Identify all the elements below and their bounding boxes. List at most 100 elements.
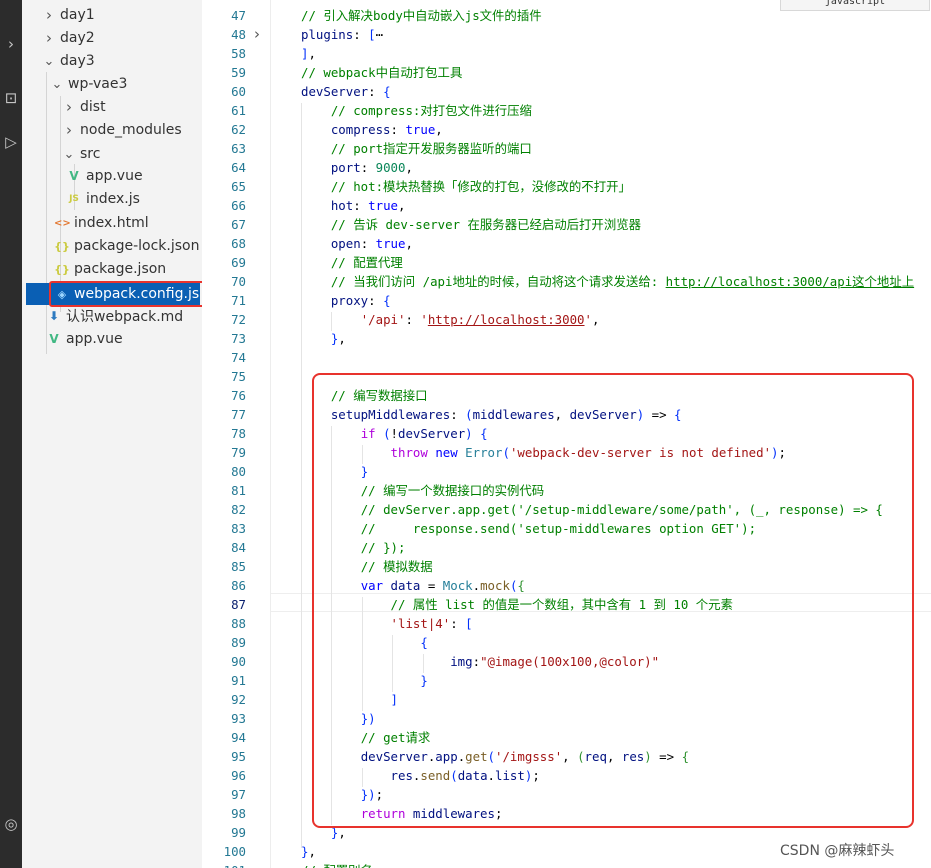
chevron-right-icon[interactable]: › xyxy=(62,98,76,116)
code-line[interactable]: 48 › plugins: [⋯ xyxy=(202,25,931,44)
line-number: 97 xyxy=(231,787,246,802)
line-number: 84 xyxy=(231,540,246,555)
fold-chevron-icon[interactable]: › xyxy=(254,25,260,44)
tree-item-label: day3 xyxy=(60,53,95,69)
tree-item-label: dist xyxy=(80,99,106,115)
code-line[interactable]: 64 port: 9000, xyxy=(202,158,931,177)
json-file-icon: {} xyxy=(54,239,70,253)
code-text: // 配置代理 xyxy=(330,255,403,270)
code-line[interactable]: 101 // 配置别名 xyxy=(202,861,931,868)
chevron-right-icon[interactable]: › xyxy=(0,32,22,56)
code-text: open: true, xyxy=(330,236,413,251)
line-number: 66 xyxy=(231,198,246,213)
tree-file[interactable]: Vapp.vue xyxy=(26,328,200,350)
tree-folder[interactable]: › dist xyxy=(26,96,200,118)
code-line[interactable]: 65 // hot:模块热替换「修改的打包，没修改的不打开」 xyxy=(202,177,931,196)
line-number: 86 xyxy=(231,578,246,593)
tree-file[interactable]: {} package.json xyxy=(26,258,200,280)
line-number: 76 xyxy=(231,388,246,403)
extensions-icon[interactable]: ⊡ xyxy=(0,86,22,110)
line-number: 87 xyxy=(231,597,246,612)
account-icon[interactable]: ◎ xyxy=(0,812,22,836)
tree-item-label: day2 xyxy=(60,30,95,46)
chevron-down-icon[interactable]: ⌄ xyxy=(42,54,56,69)
line-number: 70 xyxy=(231,274,246,289)
line-number: 71 xyxy=(231,293,246,308)
code-line[interactable]: 72 '/api': 'http://localhost:3000', xyxy=(202,310,931,329)
run-debug-icon[interactable]: ▷ xyxy=(0,130,22,154)
line-number: 59 xyxy=(231,65,246,80)
tree-file[interactable]: Vapp.vue xyxy=(26,165,200,187)
tree-folder[interactable]: › node_modules xyxy=(26,119,200,141)
json-file-icon: {} xyxy=(54,262,70,276)
code-line[interactable]: 63 // port指定开发服务器监听的端口 xyxy=(202,139,931,158)
tree-folder[interactable]: ⌄ wp-vae3 xyxy=(26,73,200,95)
line-number: 83 xyxy=(231,521,246,536)
code-text: devServer: { xyxy=(301,84,391,99)
line-number: 94 xyxy=(231,730,246,745)
tree-file[interactable]: JS index.js xyxy=(26,188,200,210)
tree-folder[interactable]: › day2 xyxy=(26,27,200,49)
line-number: 90 xyxy=(231,654,246,669)
code-text: proxy: { xyxy=(330,293,391,308)
tree-folder[interactable]: ⌄ src xyxy=(26,143,200,165)
code-line[interactable]: 66 hot: true, xyxy=(202,196,931,215)
tree-file[interactable]: {} package-lock.json xyxy=(26,235,200,257)
line-number: 48 xyxy=(231,27,246,42)
line-number: 85 xyxy=(231,559,246,574)
code-line[interactable]: 70 // 当我们访问 /api地址的时候，自动将这个请求发送给: http:/… xyxy=(202,272,931,291)
language-indicator[interactable]: javascript xyxy=(780,0,930,11)
code-editor[interactable]: 47 // 引入解决body中自动嵌入js文件的插件 48 › plugins: [⋯ 5… xyxy=(202,0,931,868)
chevron-down-icon[interactable]: ⌄ xyxy=(50,77,64,92)
code-text: // compress:对打包文件进行压缩 xyxy=(330,103,532,118)
code-line[interactable]: 60 devServer: { xyxy=(202,82,931,101)
tree-folder[interactable]: › day1 xyxy=(26,4,200,26)
line-number: 79 xyxy=(231,445,246,460)
code-line[interactable]: 73 }, xyxy=(202,329,931,348)
code-line[interactable]: 74 xyxy=(202,348,931,367)
code-text: ], xyxy=(301,46,316,61)
line-number: 60 xyxy=(231,84,246,99)
tree-item-label: index.html xyxy=(74,215,149,231)
tree-item-label: index.js xyxy=(86,191,140,207)
tree-item-label: 认识webpack.md xyxy=(66,309,184,325)
line-number: 100 xyxy=(223,844,246,859)
tree-item-label: package.json xyxy=(74,261,167,277)
code-text: compress: true, xyxy=(330,122,443,137)
line-number: 92 xyxy=(231,692,246,707)
code-line[interactable]: 62 compress: true, xyxy=(202,120,931,139)
code-line[interactable]: 71 proxy: { xyxy=(202,291,931,310)
tree-file[interactable]: ⬇ 认识webpack.md xyxy=(26,305,200,327)
tree-item-label: app.vue xyxy=(86,168,143,184)
code-line[interactable]: 67 // 告诉 dev-server 在服务器已经启动后打开浏览器 xyxy=(202,215,931,234)
line-number: 96 xyxy=(231,768,246,783)
activity-bar: › ⊡ ▷ ◎ xyxy=(0,0,22,868)
chevron-right-icon[interactable]: › xyxy=(62,121,76,139)
code-line[interactable]: 61 // compress:对打包文件进行压缩 xyxy=(202,101,931,120)
chevron-down-icon[interactable]: ⌄ xyxy=(62,147,76,162)
line-number: 63 xyxy=(231,141,246,156)
tree-item-label: app.vue xyxy=(66,331,123,347)
line-number: 88 xyxy=(231,616,246,631)
code-line[interactable]: 69 // 配置代理 xyxy=(202,253,931,272)
chevron-right-icon[interactable]: › xyxy=(42,29,56,47)
code-text: plugins: [⋯ xyxy=(301,27,384,42)
code-line[interactable]: 68 open: true, xyxy=(202,234,931,253)
line-number: 91 xyxy=(231,673,246,688)
code-text: // port指定开发服务器监听的端口 xyxy=(330,141,532,156)
code-annotation-box xyxy=(312,373,914,828)
line-number: 64 xyxy=(231,160,246,175)
chevron-right-icon[interactable]: › xyxy=(42,6,56,24)
code-text: '/api': 'http://localhost:3000', xyxy=(360,312,600,327)
tree-folder[interactable]: ⌄ day3 xyxy=(26,50,200,72)
code-text: }, xyxy=(301,844,316,859)
line-number: 89 xyxy=(231,635,246,650)
line-number: 82 xyxy=(231,502,246,517)
tree-file[interactable]: <> index.html xyxy=(26,212,200,234)
line-number: 101 xyxy=(202,861,246,868)
code-text: // 告诉 dev-server 在服务器已经启动后打开浏览器 xyxy=(330,217,641,232)
code-line[interactable]: 59 // webpack中自动打包工具 xyxy=(202,63,931,82)
code-line[interactable]: 58], xyxy=(202,44,931,63)
line-number: 73 xyxy=(231,331,246,346)
line-number: 62 xyxy=(231,122,246,137)
